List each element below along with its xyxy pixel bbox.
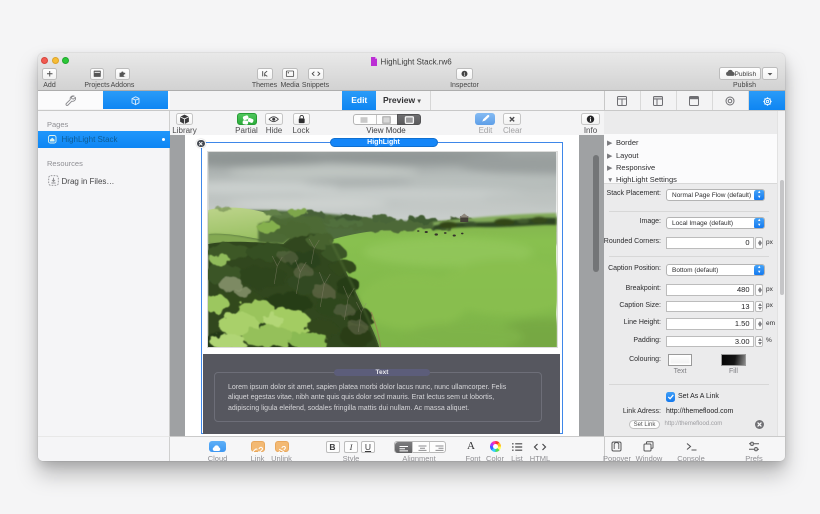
svg-text:i: i — [589, 116, 591, 123]
svg-text:Publish: Publish — [734, 71, 756, 78]
